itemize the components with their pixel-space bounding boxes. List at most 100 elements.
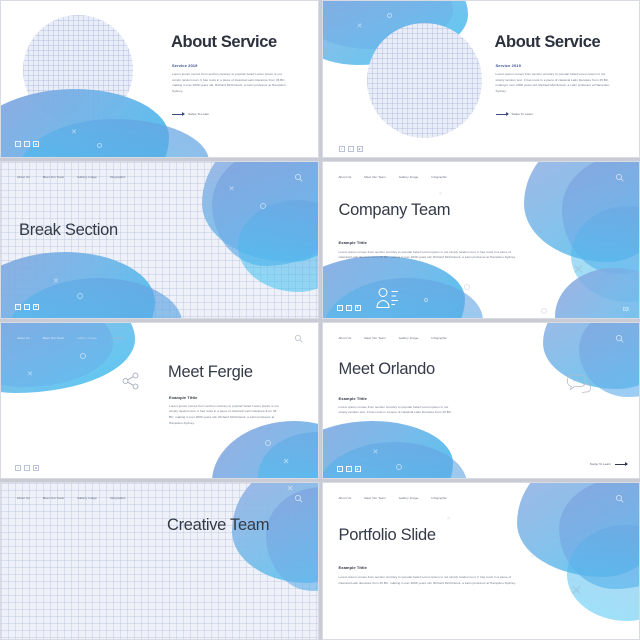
instagram-icon[interactable]: ■ xyxy=(354,304,361,311)
slide-nav[interactable]: About Us Meet Our Team Gallery Image Inf… xyxy=(17,336,125,340)
slide-creative-team[interactable]: ✕ About Us Meet Our Team Gallery Image I… xyxy=(0,482,319,640)
twitter-icon[interactable]: t xyxy=(347,146,354,152)
nav-item-gallery-image[interactable]: Gallery Image xyxy=(77,175,97,179)
x-decoration: ✕ xyxy=(446,516,451,523)
ring-decoration xyxy=(264,440,271,447)
instagram-icon[interactable]: ■ xyxy=(356,146,363,152)
twitter-icon[interactable]: t xyxy=(345,304,352,311)
slide-body-text: Lorem ipsum comes from section contrary … xyxy=(172,72,287,94)
facebook-icon[interactable]: f xyxy=(338,146,345,152)
twitter-icon[interactable]: t xyxy=(345,466,352,473)
decorative-blob xyxy=(19,119,209,157)
decorative-blob xyxy=(0,322,113,387)
decorative-blob xyxy=(559,483,640,590)
ring-decoration xyxy=(395,464,402,471)
instagram-icon[interactable]: ■ xyxy=(33,303,39,310)
facebook-icon[interactable]: f xyxy=(15,465,21,472)
slide-title: Creative Team xyxy=(167,516,270,535)
nav-item-about-us[interactable]: About Us xyxy=(339,496,352,500)
social-links[interactable]: f t ■ xyxy=(15,141,39,147)
nav-item-about-us[interactable]: About Us xyxy=(17,336,30,340)
nav-item-meet-our-team[interactable]: Meet Our Team xyxy=(364,336,385,340)
cta-swipe-to-learn[interactable]: Swipe To Learn xyxy=(589,462,628,467)
decorative-grid-circle xyxy=(23,15,133,125)
slide-meet-orlando[interactable]: ✕ About Us Meet Our Team Gallery Image I… xyxy=(321,321,640,480)
cta-label: Swipe To Learn xyxy=(589,462,611,467)
ring-decoration xyxy=(463,283,470,290)
nav-item-infographic[interactable]: Infographic xyxy=(431,496,447,500)
social-links[interactable]: f t ■ xyxy=(336,304,361,311)
facebook-icon[interactable]: f xyxy=(336,304,343,311)
slide-company-team[interactable]: ✕ ✕ ✕ About Us Meet Our Team Gallery Ima… xyxy=(321,160,640,319)
slide-nav[interactable]: About Us Meet Our Team Gallery Image Inf… xyxy=(339,496,447,500)
social-links[interactable]: f t ■ xyxy=(336,466,361,473)
nav-item-meet-our-team[interactable]: Meet Our Team xyxy=(364,496,385,500)
slide-nav[interactable]: About Us Meet Our Team Gallery Image Inf… xyxy=(17,496,125,500)
twitter-icon[interactable]: t xyxy=(24,303,30,310)
ring-decoration xyxy=(259,202,266,209)
ring-decoration xyxy=(97,143,102,148)
slide-subtitle: Example Tittle xyxy=(338,395,367,401)
nav-item-infographic[interactable]: Infographic xyxy=(431,175,447,179)
nav-item-infographic[interactable]: Infographic xyxy=(431,336,447,340)
nav-item-gallery-image[interactable]: Gallery Image xyxy=(399,336,419,340)
grid-texture xyxy=(1,161,318,318)
slide-nav[interactable]: About Us Meet Our Team Gallery Image Inf… xyxy=(339,336,447,340)
nav-item-gallery-image[interactable]: Gallery Image xyxy=(399,496,419,500)
nav-item-gallery-image[interactable]: Gallery Image xyxy=(77,496,97,500)
slide-deck-grid: ✕ About Service Service 2019 Lorem ipsum… xyxy=(0,0,640,640)
nav-item-gallery-image[interactable]: Gallery Image xyxy=(399,175,419,179)
nav-item-meet-our-team[interactable]: Meet Our Team xyxy=(43,496,64,500)
nav-item-about-us[interactable]: About Us xyxy=(339,336,352,340)
x-decoration: ✕ xyxy=(570,582,583,599)
slide-about-service-2[interactable]: ✕ About Service Service 2019 Lorem ipsum… xyxy=(321,0,640,158)
nav-item-meet-our-team[interactable]: Meet Our Team xyxy=(43,336,64,340)
slide-about-service-1[interactable]: ✕ About Service Service 2019 Lorem ipsum… xyxy=(0,0,319,158)
x-decoration: ✕ xyxy=(438,190,443,197)
twitter-icon[interactable]: t xyxy=(24,141,30,147)
social-links[interactable]: f t ■ xyxy=(15,303,39,310)
nav-item-infographic[interactable]: Infographic xyxy=(110,175,126,179)
social-links[interactable]: f t ■ xyxy=(15,465,39,472)
x-decoration: ✕ xyxy=(356,23,363,30)
slide-break-section[interactable]: ✕ ✕ About Us Meet Our Team Gallery Image… xyxy=(0,160,319,319)
nav-item-infographic[interactable]: Infographic xyxy=(110,496,126,500)
slide-subtitle: Example Tittle xyxy=(169,394,198,400)
decorative-blob xyxy=(211,421,318,479)
arrow-icon xyxy=(495,111,509,116)
slide-portfolio[interactable]: ✕ ✕ ✕ About Us Meet Our Team Gallery Ima… xyxy=(321,482,640,640)
search-icon[interactable] xyxy=(294,494,303,503)
nav-item-about-us[interactable]: About Us xyxy=(339,175,352,179)
slide-nav[interactable]: About Us Meet Our Team Gallery Image Inf… xyxy=(17,175,125,179)
nav-item-about-us[interactable]: About Us xyxy=(17,496,30,500)
social-links[interactable]: f t ■ xyxy=(338,146,363,152)
cta-swipe-to-learn[interactable]: Swipe To Learn xyxy=(172,111,209,116)
instagram-icon[interactable]: ■ xyxy=(33,141,39,147)
facebook-icon[interactable]: f xyxy=(336,466,343,473)
search-icon[interactable] xyxy=(294,173,303,182)
slide-meet-fergie[interactable]: ✕ ✕ About Us Meet Our Team Gallery Image… xyxy=(0,321,319,480)
search-icon[interactable] xyxy=(615,334,624,343)
slide-nav[interactable]: About Us Meet Our Team Gallery Image Inf… xyxy=(339,175,447,179)
decorative-blob xyxy=(0,322,135,393)
instagram-icon[interactable]: ■ xyxy=(354,466,361,473)
facebook-icon[interactable]: f xyxy=(15,303,21,310)
search-icon[interactable] xyxy=(615,173,624,182)
x-decoration: ✕ xyxy=(27,370,33,378)
slide-title: Meet Fergie xyxy=(168,362,253,381)
grid-texture xyxy=(1,483,318,639)
nav-item-infographic[interactable]: Infographic xyxy=(110,336,126,340)
instagram-icon[interactable]: ■ xyxy=(33,465,39,472)
facebook-icon[interactable]: f xyxy=(15,141,21,147)
nav-item-meet-our-team[interactable]: Meet Our Team xyxy=(43,175,64,179)
nav-item-about-us[interactable]: About Us xyxy=(17,175,30,179)
nav-item-meet-our-team[interactable]: Meet Our Team xyxy=(364,175,385,179)
search-icon[interactable] xyxy=(615,494,624,503)
ring-decoration xyxy=(423,297,428,302)
chat-bubble-icon xyxy=(566,373,592,393)
cta-swipe-to-learn[interactable]: Swipe To Learn xyxy=(495,111,533,116)
twitter-icon[interactable]: t xyxy=(24,465,30,472)
nav-item-gallery-image[interactable]: Gallery Image xyxy=(77,336,97,340)
search-icon[interactable] xyxy=(294,334,303,343)
slide-body-text: Lorem ipsum comes from section contrary … xyxy=(169,403,279,425)
